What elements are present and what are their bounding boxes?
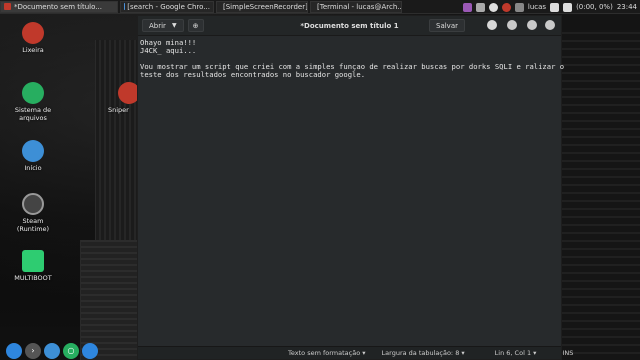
- chevron-down-icon: ▼: [171, 22, 177, 29]
- desktop-icon-label: Sistema de arquivos: [14, 106, 52, 122]
- desktop-icon-trash[interactable]: Lixeira: [11, 22, 55, 54]
- battery-status: (0:00, 0%): [576, 3, 613, 11]
- terminal-icon[interactable]: ›: [25, 342, 41, 359]
- desktop-icon-label: MULTIBOOT: [14, 274, 52, 282]
- stop-icon[interactable]: [501, 2, 511, 12]
- status-bar: Texto sem formatação ▾ Largura da tabula…: [138, 346, 573, 359]
- search-icon[interactable]: ○: [63, 342, 79, 359]
- volume-icon[interactable]: [550, 2, 560, 12]
- dock: › ○: [0, 341, 130, 360]
- syntax-label: Texto sem formatação: [288, 349, 361, 357]
- cursor-position[interactable]: Lin 6, Col 1 ▾: [487, 349, 537, 357]
- usb-drive-icon: [22, 250, 44, 272]
- desktop-icon-label: Steam (Runtime): [16, 217, 50, 233]
- network-icon[interactable]: [475, 2, 485, 12]
- desktop-icon-steam[interactable]: Steam (Runtime): [11, 193, 55, 233]
- task-text-editor[interactable]: *Documento sem título...: [0, 0, 118, 13]
- desktop-icon-multiboot[interactable]: MULTIBOOT: [11, 250, 55, 282]
- task-recorder[interactable]: [SimpleScreenRecorder]: [216, 0, 308, 13]
- home-folder-icon: [22, 140, 44, 162]
- desktop-icon-filesystem[interactable]: Sistema de arquivos: [11, 82, 55, 122]
- syntax-selector[interactable]: Texto sem formatação ▾: [280, 349, 366, 357]
- open-button[interactable]: Abrir ▼: [142, 19, 184, 32]
- globe-icon[interactable]: [6, 342, 22, 359]
- files-icon[interactable]: [44, 342, 60, 359]
- desktop-icon-label: Sniper: [108, 106, 129, 114]
- task-label: *Documento sem título...: [14, 2, 102, 11]
- desktop-icon-label: Início: [24, 164, 42, 172]
- battery-icon[interactable]: [563, 2, 573, 12]
- clock[interactable]: 23:44: [617, 3, 637, 11]
- new-document-icon: ⊕: [192, 21, 199, 30]
- save-button[interactable]: Salvar: [429, 19, 465, 32]
- tab-width-selector[interactable]: Largura da tabulação: 8 ▾: [374, 349, 465, 357]
- open-label: Abrir: [149, 21, 166, 30]
- new-document-button[interactable]: ⊕: [187, 19, 204, 32]
- record-icon[interactable]: [488, 2, 498, 12]
- clipboard-icon[interactable]: [462, 2, 472, 12]
- text-editor-window: Abrir ▼ ⊕ *Documento sem título 1 Salvar…: [137, 15, 573, 360]
- insert-mode: INS: [562, 349, 574, 357]
- tray-user[interactable]: lucas: [528, 3, 546, 11]
- system-tray: lucas (0:00, 0%) 23:44: [462, 1, 637, 13]
- user-icon[interactable]: [514, 2, 524, 12]
- text-editor-icon: [4, 3, 11, 10]
- task-label: [Terminal - lucas@Arch...: [317, 2, 402, 11]
- wallpaper-building: [560, 30, 640, 360]
- task-label: [SimpleScreenRecorder]: [223, 2, 308, 11]
- cursor-position-label: Lin 6, Col 1: [494, 349, 532, 357]
- sniper-icon: [118, 82, 138, 104]
- tab-width-label: Largura da tabulação: 8: [381, 349, 460, 357]
- desktop-icon-label: Lixeira: [22, 46, 44, 54]
- desktop-icon-sniper[interactable]: Sniper: [108, 82, 138, 114]
- drive-icon: [22, 82, 44, 104]
- task-chrome[interactable]: [search - Google Chro...: [120, 0, 214, 13]
- save-label: Salvar: [436, 21, 458, 30]
- trash-icon: [22, 22, 44, 44]
- desktop-icon-home[interactable]: Início: [11, 140, 55, 172]
- close-icon[interactable]: [545, 20, 555, 30]
- browser-icon[interactable]: [82, 342, 98, 359]
- top-panel: *Documento sem título... [search - Googl…: [0, 0, 640, 14]
- header-bar: Abrir ▼ ⊕ *Documento sem título 1 Salvar: [138, 16, 561, 36]
- task-label: [search - Google Chro...: [127, 2, 210, 11]
- minimize-icon[interactable]: [507, 20, 517, 30]
- text-area[interactable]: Ohayo mina!!! J4CK_ aqui... Vou mostrar …: [138, 36, 564, 347]
- menu-icon[interactable]: [487, 20, 497, 30]
- maximize-icon[interactable]: [527, 20, 537, 30]
- steam-icon: [22, 193, 44, 215]
- task-terminal[interactable]: [Terminal - lucas@Arch...: [310, 0, 402, 13]
